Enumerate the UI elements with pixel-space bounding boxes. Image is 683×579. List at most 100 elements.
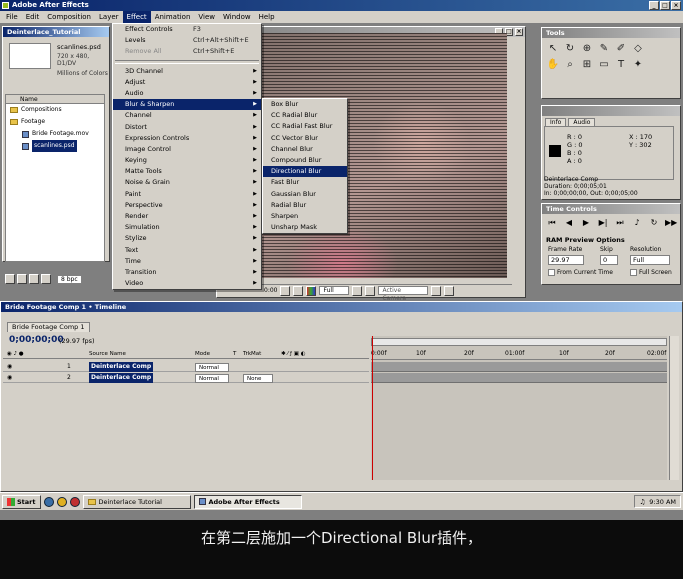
transparency-icon[interactable] (365, 285, 376, 296)
current-time[interactable]: 0;00;00;00 (9, 335, 64, 345)
table-row[interactable]: ◉ 2 Deinterlace Comp Normal None (3, 373, 369, 383)
name-column-header[interactable]: Name (6, 95, 104, 104)
menu-view[interactable]: View (194, 11, 219, 23)
puppet-tool-icon[interactable]: ✦ (631, 58, 645, 71)
pen-tool-icon[interactable]: ✎ (597, 42, 611, 55)
menu-item-effect-controls[interactable]: Effect Controls F3 (113, 24, 261, 35)
menu-window[interactable]: Window (219, 11, 255, 23)
maximize-button[interactable]: □ (660, 1, 670, 10)
hand-tool-icon[interactable]: ✋ (546, 58, 560, 71)
menu-item-paint[interactable]: Paint ▶ (113, 189, 261, 200)
menu-item-adjust[interactable]: Adjust ▶ (113, 77, 261, 88)
eraser-tool-icon[interactable]: ◇ (631, 42, 645, 55)
task-after-effects[interactable]: Adobe After Effects (193, 494, 302, 509)
mode-select[interactable]: Normal (195, 374, 229, 383)
roi-icon[interactable] (352, 285, 363, 296)
menu-item-cc-vector-blur[interactable]: CC Vector Blur (263, 133, 347, 144)
first-frame-icon[interactable]: ⏮ (546, 217, 558, 228)
from-current-checkbox[interactable] (548, 269, 555, 276)
eye-icon[interactable]: ◉ (7, 373, 12, 383)
menu-item-matte-tools[interactable]: Matte Tools ▶ (113, 166, 261, 177)
menu-item-stylize[interactable]: Stylize ▶ (113, 233, 261, 244)
current-time-indicator[interactable] (372, 336, 373, 480)
menu-animation[interactable]: Animation (151, 11, 195, 23)
source-name-header[interactable]: Source Name (89, 350, 126, 359)
menu-item-channel-blur[interactable]: Channel Blur (263, 144, 347, 155)
menu-item-keying[interactable]: Keying ▶ (113, 155, 261, 166)
brush-tool-icon[interactable]: ✐ (614, 42, 628, 55)
text-tool-icon[interactable]: T (614, 58, 628, 71)
menu-item-time[interactable]: Time ▶ (113, 256, 261, 267)
next-frame-icon[interactable]: ▶| (597, 217, 609, 228)
view-layout-icon[interactable] (431, 285, 442, 296)
volume-icon[interactable]: ♫ (639, 496, 645, 508)
table-row[interactable]: ◉ 1 Deinterlace Comp Normal (3, 362, 369, 372)
mode-header[interactable]: Mode (195, 350, 210, 359)
menu-edit[interactable]: Edit (22, 11, 44, 23)
menu-item-directional-blur[interactable]: Directional Blur (263, 166, 347, 178)
time-ruler[interactable]: 0:00f 10f 20f 01:00f 10f 20f 02:00f (371, 350, 667, 360)
menu-effect[interactable]: Effect (122, 11, 151, 23)
menu-item-gaussian-blur[interactable]: Gaussian Blur (263, 189, 347, 200)
ie-icon[interactable] (43, 496, 54, 507)
layer-name[interactable]: Deinterlace Comp (89, 373, 154, 383)
menu-item-sharpen[interactable]: Sharpen (263, 211, 347, 222)
resolution-select[interactable]: Full (630, 255, 670, 265)
layer-name[interactable]: Deinterlace Comp (89, 362, 154, 372)
tab-comp[interactable]: Bride Footage Comp 1 (7, 322, 90, 332)
menu-item-distort[interactable]: Distort ▶ (113, 122, 261, 133)
menu-item-cc-radial-blur[interactable]: CC Radial Blur (263, 110, 347, 121)
menu-item-3d-channel[interactable]: 3D Channel ▶ (113, 66, 261, 77)
menu-item-fast-blur[interactable]: Fast Blur (263, 177, 347, 188)
new-comp-icon[interactable] (29, 274, 39, 284)
menu-composition[interactable]: Composition (43, 11, 95, 23)
channel-icon[interactable] (306, 285, 317, 296)
skip-select[interactable]: 0 (600, 255, 618, 265)
layer-duration-bar[interactable] (371, 373, 667, 383)
grid-icon[interactable] (444, 285, 455, 296)
selection-tool-icon[interactable]: ↖ (546, 42, 560, 55)
loop-icon[interactable]: ↻ (648, 217, 660, 228)
timeline-scrollbar[interactable] (669, 336, 679, 480)
resolution-select[interactable]: Full (319, 286, 350, 295)
menu-item-noise-grain[interactable]: Noise & Grain ▶ (113, 177, 261, 188)
mode-select[interactable]: Normal (195, 363, 229, 372)
rotation-tool-icon[interactable]: ↻ (563, 42, 577, 55)
menu-item-audio[interactable]: Audio ▶ (113, 88, 261, 99)
menu-item-image-control[interactable]: Image Control ▶ (113, 144, 261, 155)
menu-item-expression-controls[interactable]: Expression Controls ▶ (113, 133, 261, 144)
task-deinterlace-tutorial[interactable]: Deinterlace Tutorial (82, 494, 191, 509)
list-item[interactable]: Bride Footage.mov (6, 128, 104, 140)
menu-item-levels[interactable]: Levels Ctrl+Alt+Shift+E (113, 35, 261, 46)
work-area-bar[interactable] (371, 338, 667, 346)
mask-tool-icon[interactable]: ▭ (597, 58, 611, 71)
timeline-graph[interactable]: 0:00f 10f 20f 01:00f 10f 20f 02:00f (371, 336, 667, 480)
play-icon[interactable]: ▶ (580, 217, 592, 228)
menu-item-remove-all[interactable]: Remove All Ctrl+Shift+E (113, 46, 261, 57)
menu-item-channel[interactable]: Channel ▶ (113, 110, 261, 121)
trkmat-select[interactable]: None (243, 374, 273, 383)
menu-item-compound-blur[interactable]: Compound Blur (263, 155, 347, 166)
new-folder-icon[interactable] (17, 274, 27, 284)
layer-duration-bar[interactable] (371, 362, 667, 372)
menu-item-unsharp-mask[interactable]: Unsharp Mask (263, 222, 347, 233)
menu-item-perspective[interactable]: Perspective ▶ (113, 200, 261, 211)
camera-select[interactable]: Active Camera (378, 286, 429, 302)
menu-file[interactable]: File (2, 11, 22, 23)
start-button[interactable]: Start (2, 494, 41, 509)
delete-icon[interactable] (41, 274, 51, 284)
desktop-icon[interactable] (69, 496, 80, 507)
prev-frame-icon[interactable]: ◀ (563, 217, 575, 228)
bpc-button[interactable]: 8 bpc (57, 274, 82, 284)
menu-item-video[interactable]: Video ▶ (113, 278, 261, 289)
menu-item-blur-sharpen[interactable]: Blur & Sharpen ▶ (113, 99, 261, 111)
outlook-icon[interactable] (56, 496, 67, 507)
trash-icon[interactable] (5, 274, 15, 284)
full-screen-checkbox[interactable] (630, 269, 637, 276)
close-button[interactable]: × (671, 1, 681, 10)
menu-item-radial-blur[interactable]: Radial Blur (263, 200, 347, 211)
zoom-tool-icon[interactable]: ⌕ (563, 58, 577, 71)
menu-help[interactable]: Help (255, 11, 279, 23)
menu-item-simulation[interactable]: Simulation ▶ (113, 222, 261, 233)
last-frame-icon[interactable]: ⏭ (614, 217, 626, 228)
